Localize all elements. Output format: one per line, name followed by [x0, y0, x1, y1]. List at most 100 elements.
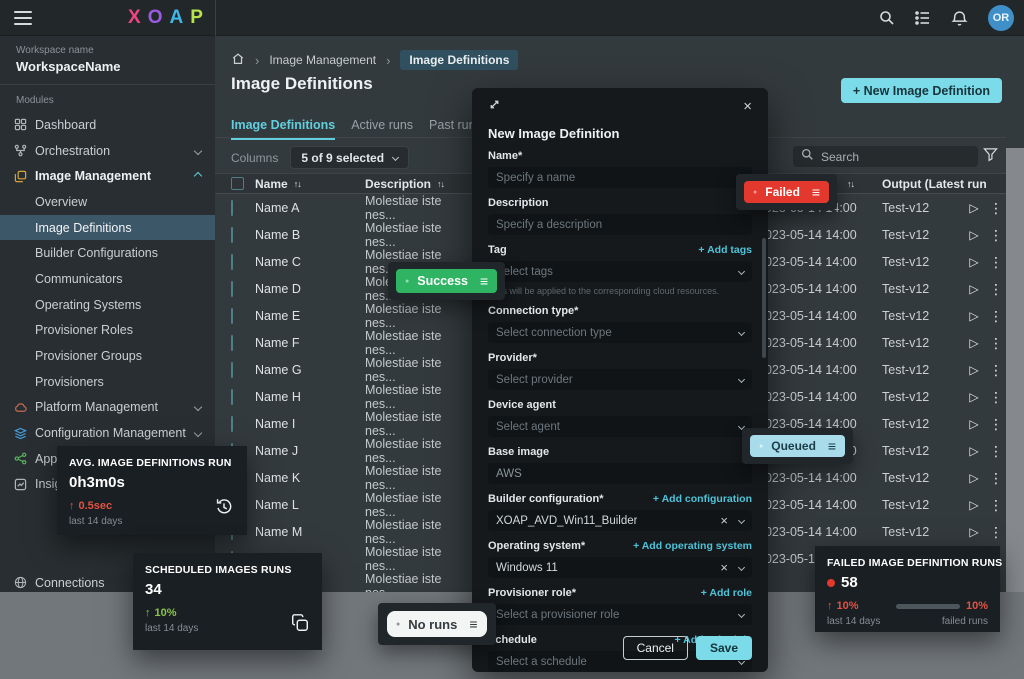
- row-checkbox[interactable]: [231, 389, 233, 405]
- list-icon[interactable]: ≡: [828, 438, 836, 454]
- connection-type-select[interactable]: Select connection type: [488, 322, 752, 343]
- sidebar-item-platform-management[interactable]: Platform Management: [0, 395, 215, 421]
- sidebar-item-operating-systems[interactable]: Operating Systems: [0, 292, 215, 318]
- run-play-button[interactable]: ▷: [962, 282, 986, 296]
- sidebar-item-image-management[interactable]: Image Management: [0, 163, 215, 189]
- add-configuration-link[interactable]: + Add configuration: [653, 493, 752, 505]
- row-menu-button[interactable]: ⋮: [986, 308, 1006, 325]
- row-menu-button[interactable]: ⋮: [986, 200, 1006, 217]
- sidebar-item-configuration-management[interactable]: Configuration Management: [0, 420, 215, 446]
- run-play-button[interactable]: ▷: [962, 498, 986, 512]
- row-checkbox[interactable]: [231, 281, 233, 297]
- run-play-button[interactable]: ▷: [962, 363, 986, 377]
- device-agent-select[interactable]: Select agent: [488, 416, 752, 437]
- add-tags-link[interactable]: + Add tags: [698, 244, 752, 256]
- name-field[interactable]: Specify a name: [488, 167, 752, 188]
- bell-icon[interactable]: [951, 10, 968, 27]
- queue-list-icon[interactable]: [915, 10, 931, 26]
- widget-period: last 14 days: [145, 623, 310, 634]
- run-play-button[interactable]: ▷: [962, 417, 986, 431]
- row-checkbox[interactable]: [231, 254, 233, 270]
- row-menu-button[interactable]: ⋮: [986, 389, 1006, 406]
- clear-icon[interactable]: ×: [720, 563, 728, 573]
- run-play-button[interactable]: ▷: [962, 309, 986, 323]
- run-play-button[interactable]: ▷: [962, 444, 986, 458]
- workspace-name[interactable]: WorkspaceName: [16, 59, 199, 74]
- columns-select[interactable]: 5 of 9 selected: [290, 146, 409, 169]
- sort-icon[interactable]: ↑↓: [847, 179, 854, 189]
- table-search-input[interactable]: Search: [793, 146, 978, 167]
- column-header-output[interactable]: Output (Latest run: [882, 177, 1006, 191]
- provider-select[interactable]: Select provider: [488, 369, 752, 390]
- column-header-description[interactable]: Description↑↓: [365, 177, 472, 191]
- run-play-button[interactable]: ▷: [962, 525, 986, 539]
- close-icon[interactable]: ×: [743, 101, 752, 113]
- sidebar-item-communicators[interactable]: Communicators: [0, 266, 215, 292]
- run-play-button[interactable]: ▷: [962, 228, 986, 242]
- row-checkbox[interactable]: [231, 416, 233, 432]
- row-checkbox[interactable]: [231, 362, 233, 378]
- row-menu-button[interactable]: ⋮: [986, 470, 1006, 487]
- row-menu-button[interactable]: ⋮: [986, 443, 1006, 460]
- status-badge-failed[interactable]: ● Failed ≡: [744, 181, 829, 203]
- list-icon[interactable]: ≡: [480, 273, 488, 289]
- list-icon[interactable]: ≡: [469, 616, 477, 632]
- add-role-link[interactable]: + Add role: [701, 587, 752, 599]
- sidebar-item-provisioner-roles[interactable]: Provisioner Roles: [0, 318, 215, 344]
- resize-icon[interactable]: [488, 98, 501, 116]
- run-play-button[interactable]: ▷: [962, 471, 986, 485]
- sidebar-item-provisioners[interactable]: Provisioners: [0, 369, 215, 395]
- add-operating-system-link[interactable]: + Add operating system: [633, 540, 752, 552]
- row-menu-button[interactable]: ⋮: [986, 227, 1006, 244]
- run-play-button[interactable]: ▷: [962, 255, 986, 269]
- row-checkbox[interactable]: [231, 308, 233, 324]
- row-checkbox[interactable]: [231, 335, 233, 351]
- builder-configuration-select[interactable]: XOAP_AVD_Win11_Builder×: [488, 510, 752, 531]
- sidebar-item-dashboard[interactable]: Dashboard: [0, 112, 215, 138]
- home-icon[interactable]: [231, 52, 245, 69]
- new-image-definition-button[interactable]: + New Image Definition: [841, 78, 1002, 103]
- search-icon[interactable]: [879, 10, 895, 26]
- row-menu-button[interactable]: ⋮: [986, 416, 1006, 433]
- row-menu-button[interactable]: ⋮: [986, 497, 1006, 514]
- run-play-button[interactable]: ▷: [962, 336, 986, 350]
- sort-icon[interactable]: ↑↓: [437, 179, 444, 189]
- tags-select[interactable]: Select tags: [488, 261, 752, 282]
- select-all-checkbox[interactable]: [231, 177, 244, 190]
- sidebar-item-builder-configurations[interactable]: Builder Configurations: [0, 240, 215, 266]
- sidebar-item-overview[interactable]: Overview: [0, 189, 215, 215]
- row-checkbox[interactable]: [231, 200, 233, 216]
- sort-icon[interactable]: ↑↓: [294, 179, 301, 189]
- operating-system-select[interactable]: Windows 11×: [488, 557, 752, 578]
- cancel-button[interactable]: Cancel: [623, 636, 688, 660]
- history-icon[interactable]: [213, 496, 235, 523]
- save-button[interactable]: Save: [696, 636, 752, 660]
- row-checkbox[interactable]: [231, 227, 233, 243]
- sidebar-item-provisioner-groups[interactable]: Provisioner Groups: [0, 343, 215, 369]
- row-menu-button[interactable]: ⋮: [986, 335, 1006, 352]
- filter-icon[interactable]: [983, 147, 998, 167]
- clear-icon[interactable]: ×: [720, 516, 728, 526]
- list-icon[interactable]: ≡: [812, 184, 820, 200]
- provisioner-role-select[interactable]: Select a provisioner role: [488, 604, 752, 625]
- row-menu-button[interactable]: ⋮: [986, 524, 1006, 541]
- hamburger-menu-button[interactable]: [14, 11, 32, 25]
- row-menu-button[interactable]: ⋮: [986, 362, 1006, 379]
- status-badge-success[interactable]: ● Success ≡: [396, 269, 497, 293]
- run-play-button[interactable]: ▷: [962, 201, 986, 215]
- breadcrumb-image-definitions[interactable]: Image Definitions: [400, 50, 518, 70]
- run-play-button[interactable]: ▷: [962, 390, 986, 404]
- base-image-field[interactable]: AWS: [488, 463, 752, 484]
- copy-icon[interactable]: [290, 613, 310, 638]
- status-badge-queued[interactable]: ● Queued ≡: [750, 435, 845, 457]
- status-badge-no-runs[interactable]: ● No runs ≡: [387, 611, 487, 637]
- breadcrumb-image-management[interactable]: Image Management: [269, 53, 376, 67]
- sidebar-item-orchestration[interactable]: Orchestration: [0, 138, 215, 164]
- modal-scrollbar[interactable]: [762, 238, 766, 358]
- column-header-name[interactable]: Name↑↓: [255, 177, 365, 191]
- row-menu-button[interactable]: ⋮: [986, 281, 1006, 298]
- sidebar-item-image-definitions[interactable]: Image Definitions: [0, 215, 215, 241]
- user-avatar[interactable]: OR: [988, 5, 1014, 31]
- description-field[interactable]: Specify a description: [488, 214, 752, 235]
- row-menu-button[interactable]: ⋮: [986, 254, 1006, 271]
